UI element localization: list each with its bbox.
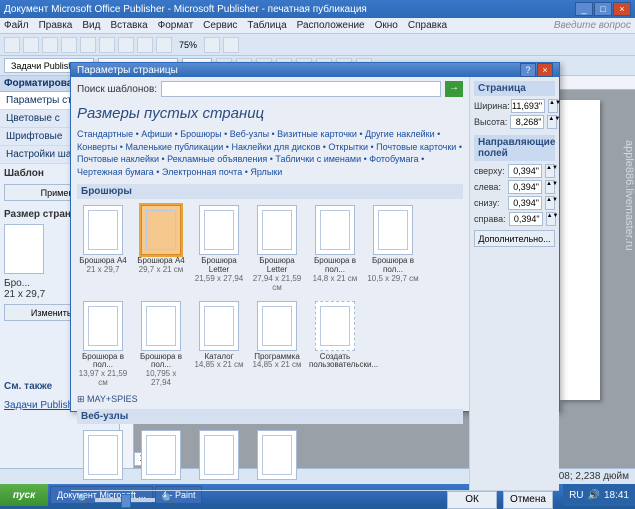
thumb-web-3[interactable]: [193, 430, 245, 482]
thumb-program[interactable]: Программка14,85 x 21 см: [251, 301, 303, 388]
width-label: Ширина:: [474, 101, 508, 111]
cancel-button[interactable]: Отмена: [503, 491, 553, 509]
zoom-in-icon[interactable]: [223, 37, 239, 53]
language-indicator[interactable]: RU: [569, 490, 583, 501]
zoom-level[interactable]: 75%: [175, 40, 201, 50]
window-title: Документ Microsoft Office Publisher - Mi…: [4, 4, 367, 15]
blank-sizes-heading: Размеры пустых страниц: [77, 105, 463, 122]
height-label: Высота:: [474, 117, 507, 127]
width-input[interactable]: [511, 99, 545, 113]
ask-question-box[interactable]: Введите вопрос: [554, 20, 631, 31]
page-size-thumb: [4, 224, 44, 274]
menu-bar: Файл Правка Вид Вставка Формат Сервис Та…: [0, 18, 635, 34]
dialog-titlebar: Параметры страницы ? ×: [71, 63, 559, 77]
open-icon[interactable]: [23, 37, 39, 53]
watermark: apple886.livemaster.ru: [623, 140, 635, 251]
more-options-button[interactable]: Дополнительно...: [474, 230, 555, 247]
zoom-out-icon[interactable]: 🔍: [77, 494, 89, 505]
margin-left-label: слева:: [474, 182, 505, 192]
zoom-out-icon[interactable]: [204, 37, 220, 53]
save-icon[interactable]: [42, 37, 58, 53]
zoom-in-icon[interactable]: 🔍: [161, 494, 173, 505]
margin-left-input[interactable]: [508, 180, 542, 194]
thumb-brochure-a4-landscape[interactable]: Брошюра А429,7 x 21 см: [135, 205, 187, 292]
menu-format[interactable]: Формат: [158, 20, 194, 31]
thumbs-row-1: Брошюра А421 x 29,7 Брошюра А429,7 x 21 …: [77, 201, 463, 296]
clock: 18:41: [604, 490, 629, 501]
margin-right-input[interactable]: [509, 212, 543, 226]
redo-icon[interactable]: [156, 37, 172, 53]
dialog-help-button[interactable]: ?: [520, 63, 536, 77]
thumb-create-custom[interactable]: Создать пользовательски...: [309, 301, 361, 388]
dialog-title: Параметры страницы: [77, 65, 178, 76]
menu-file[interactable]: Файл: [4, 20, 29, 31]
search-label: Поиск шаблонов:: [77, 84, 157, 95]
thumbs-row-2: Брошюра в пол...13,97 x 21,59 см Брошюра…: [77, 297, 463, 392]
margin-right-spinner[interactable]: ▲▼: [546, 212, 556, 226]
maximize-button[interactable]: □: [594, 2, 612, 16]
menu-window[interactable]: Окно: [375, 20, 398, 31]
guides-section-header: Направляющие полей: [474, 135, 555, 161]
template-search-input[interactable]: [161, 81, 441, 97]
thumb-brochure-half-4[interactable]: Брошюра в пол...10,795 x 27,94: [135, 301, 187, 388]
section-web: Веб-узлы: [77, 409, 463, 424]
dialog-right-panel: Страница Ширина: ▲▼ Высота: ▲▼ Направляющи…: [469, 77, 559, 490]
copy-icon[interactable]: [99, 37, 115, 53]
thumb-web-2[interactable]: [135, 430, 187, 482]
menu-arrange[interactable]: Расположение: [297, 20, 365, 31]
menu-tools[interactable]: Сервис: [203, 20, 237, 31]
close-button[interactable]: ×: [613, 2, 631, 16]
thumb-brochure-half-1[interactable]: Брошюра в пол...14,8 x 21 см: [309, 205, 361, 292]
thumb-brochure-half-3[interactable]: Брошюра в пол...13,97 x 21,59 см: [77, 301, 129, 388]
menu-edit[interactable]: Правка: [39, 20, 73, 31]
window-titlebar: Документ Microsoft Office Publisher - Mi…: [0, 0, 635, 18]
thumb-web-4[interactable]: [251, 430, 303, 482]
margin-bottom-spinner[interactable]: ▲▼: [545, 196, 555, 210]
tray-icon[interactable]: 🔊: [588, 490, 600, 501]
margin-top-spinner[interactable]: ▲▼: [545, 164, 555, 178]
new-icon[interactable]: [4, 37, 20, 53]
thumb-web-1[interactable]: [77, 430, 129, 482]
margin-top-input[interactable]: [508, 164, 542, 178]
section-brochures: Брошюры: [77, 184, 463, 199]
thumb-brochure-half-2[interactable]: Брошюра в пол...10,5 x 29,7 см: [367, 205, 419, 292]
width-spinner[interactable]: ▲▼: [548, 99, 558, 113]
page-setup-dialog: Параметры страницы ? × Поиск шаблонов: →…: [70, 62, 560, 412]
dialog-close-button[interactable]: ×: [537, 63, 553, 77]
menu-table[interactable]: Таблица: [247, 20, 286, 31]
height-input[interactable]: [510, 115, 544, 129]
margin-bottom-input[interactable]: [508, 196, 542, 210]
margin-bottom-label: снизу:: [474, 198, 505, 208]
margin-left-spinner[interactable]: ▲▼: [545, 180, 555, 194]
standard-toolbar: 75%: [0, 34, 635, 56]
system-tray: RU 🔊 18:41: [563, 484, 635, 506]
cut-icon[interactable]: [80, 37, 96, 53]
menu-view[interactable]: Вид: [82, 20, 100, 31]
menu-help[interactable]: Справка: [408, 20, 447, 31]
category-links[interactable]: Стандартные • Афиши • Брошюры • Веб-узлы…: [77, 128, 463, 178]
start-button[interactable]: пуск: [0, 484, 48, 506]
ok-button[interactable]: ОК: [447, 491, 497, 509]
undo-icon[interactable]: [137, 37, 153, 53]
thumb-catalog[interactable]: Каталог14,85 x 21 см: [193, 301, 245, 388]
thumb-brochure-a4-portrait[interactable]: Брошюра А421 x 29,7: [77, 205, 129, 292]
height-spinner[interactable]: ▲▼: [547, 115, 557, 129]
margin-right-label: справа:: [474, 214, 506, 224]
paste-icon[interactable]: [118, 37, 134, 53]
thumb-brochure-letter-l[interactable]: Брошюра Letter27,94 x 21,59 см: [251, 205, 303, 292]
thumb-brochure-letter-p[interactable]: Брошюра Letter21,59 x 27,94: [193, 205, 245, 292]
menu-insert[interactable]: Вставка: [110, 20, 147, 31]
expand-mayspies[interactable]: ⊞ MAY+SPIES: [77, 392, 463, 407]
print-icon[interactable]: [61, 37, 77, 53]
zoom-slider[interactable]: [95, 498, 155, 502]
margin-top-label: сверху:: [474, 166, 505, 176]
minimize-button[interactable]: _: [575, 2, 593, 16]
thumbs-web-row: [77, 426, 463, 486]
page-canvas[interactable]: [560, 100, 600, 400]
page-section-header: Страница: [474, 81, 555, 96]
search-go-button[interactable]: →: [445, 81, 463, 97]
